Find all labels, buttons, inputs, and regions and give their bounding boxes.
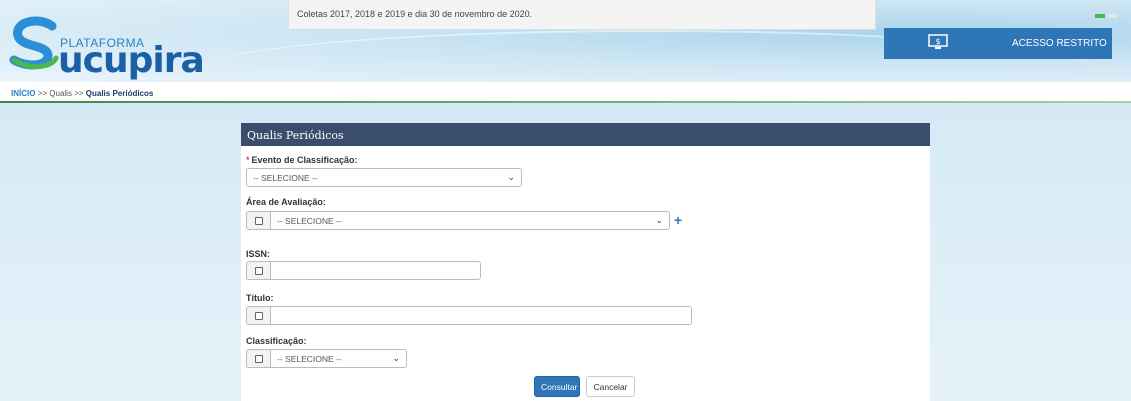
chevron-down-icon: ⌄ bbox=[392, 353, 400, 363]
classificacao-checkbox-addon bbox=[246, 349, 271, 368]
monitor-icon: $ bbox=[928, 34, 948, 49]
classificacao-checkbox[interactable] bbox=[255, 355, 263, 363]
breadcrumb-home[interactable]: INÍCIO bbox=[11, 89, 35, 98]
area-checkbox-addon bbox=[246, 211, 271, 230]
titulo-label: Título: bbox=[246, 293, 274, 303]
plus-icon[interactable]: + bbox=[674, 212, 682, 228]
breadcrumb-divider bbox=[0, 101, 1131, 103]
area-label: Área de Avaliação: bbox=[246, 197, 326, 207]
classificacao-label: Classificação: bbox=[246, 336, 307, 346]
sucupira-logo[interactable]: PLATAFORMA ucupira bbox=[8, 14, 205, 81]
breadcrumb-separator: >> bbox=[37, 89, 48, 98]
titulo-checkbox[interactable] bbox=[255, 312, 263, 320]
issn-checkbox[interactable] bbox=[255, 267, 263, 275]
restricted-access-button[interactable]: $ ACESSO RESTRITO bbox=[884, 28, 1112, 59]
qualis-search-panel: Qualis Periódicos * Evento de Classificaç… bbox=[241, 123, 930, 401]
area-checkbox[interactable] bbox=[255, 217, 263, 225]
area-select-value: -- SELECIONE -- bbox=[277, 216, 342, 226]
svg-text:$: $ bbox=[935, 37, 940, 46]
evento-label: * Evento de Classificação: bbox=[246, 155, 358, 165]
evento-select-value: -- SELECIONE -- bbox=[253, 173, 318, 183]
consultar-button[interactable]: Consultar bbox=[534, 376, 580, 397]
evento-select[interactable]: -- SELECIONE -- ⌄ bbox=[246, 168, 522, 187]
chevron-down-icon: ⌄ bbox=[507, 172, 515, 182]
breadcrumb: INÍCIO >> Qualis >> Qualis Periódicos bbox=[0, 82, 1131, 102]
cancelar-button[interactable]: Cancelar bbox=[586, 376, 635, 397]
language-flags[interactable] bbox=[1095, 10, 1123, 18]
titulo-checkbox-addon bbox=[246, 306, 271, 325]
classificacao-select-value: -- SELECIONE -- bbox=[277, 354, 342, 364]
required-marker: * bbox=[246, 155, 250, 165]
area-select[interactable]: -- SELECIONE -- ⌄ bbox=[270, 211, 670, 230]
issn-label: ISSN: bbox=[246, 249, 271, 259]
classificacao-select[interactable]: -- SELECIONE -- ⌄ bbox=[270, 349, 407, 368]
notice-text: Coletas 2017, 2018 e 2019 e dia 30 de no… bbox=[297, 9, 533, 19]
chevron-down-icon: ⌄ bbox=[655, 215, 663, 225]
breadcrumb-current: Qualis Periódicos bbox=[85, 89, 154, 98]
restricted-access-label: ACESSO RESTRITO bbox=[1012, 38, 1107, 49]
breadcrumb-qualis[interactable]: Qualis bbox=[49, 89, 72, 98]
notice-banner: Coletas 2017, 2018 e 2019 e dia 30 de no… bbox=[288, 0, 876, 30]
issn-input[interactable] bbox=[270, 261, 481, 280]
panel-title: Qualis Periódicos bbox=[241, 123, 930, 146]
issn-checkbox-addon bbox=[246, 261, 271, 280]
logo-ucupira-text: ucupira bbox=[58, 40, 205, 81]
site-header: PLATAFORMA ucupira Coletas 2017, 2018 e … bbox=[0, 0, 1131, 82]
titulo-input[interactable] bbox=[270, 306, 692, 325]
breadcrumb-separator: >> bbox=[74, 89, 84, 98]
